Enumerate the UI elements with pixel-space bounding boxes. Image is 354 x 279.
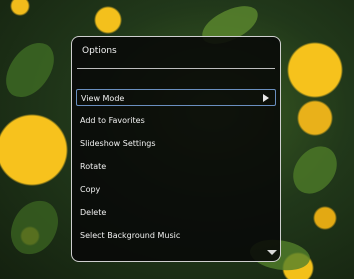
leaf-decoration [7, 196, 62, 259]
menu-item-slideshow-settings[interactable]: Slideshow Settings [76, 135, 276, 152]
menu-title: Options [82, 46, 117, 56]
menu-item-label: Slideshow Settings [80, 139, 156, 148]
submenu-arrow-icon [263, 94, 269, 102]
menu-item-label: Rotate [80, 162, 107, 171]
menu-item-label: Delete [80, 208, 107, 217]
menu-item-delete[interactable]: Delete [76, 204, 276, 221]
leaf-decoration [0, 34, 61, 106]
leaf-decoration [283, 139, 347, 201]
options-menu: Options View Mode Add to Favorites Slide… [71, 36, 281, 262]
scroll-down-icon[interactable] [267, 250, 277, 255]
menu-item-label: Copy [80, 185, 101, 194]
menu-item-add-to-favorites[interactable]: Add to Favorites [76, 112, 276, 129]
menu-item-copy[interactable]: Copy [76, 181, 276, 198]
menu-item-select-background-music[interactable]: Select Background Music [76, 227, 276, 244]
menu-item-label: Add to Favorites [80, 116, 145, 125]
menu-item-view-mode[interactable]: View Mode [76, 89, 276, 106]
menu-item-label: View Mode [81, 94, 125, 103]
menu-item-label: Select Background Music [80, 231, 181, 240]
menu-divider [77, 68, 275, 69]
menu-item-rotate[interactable]: Rotate [76, 158, 276, 175]
